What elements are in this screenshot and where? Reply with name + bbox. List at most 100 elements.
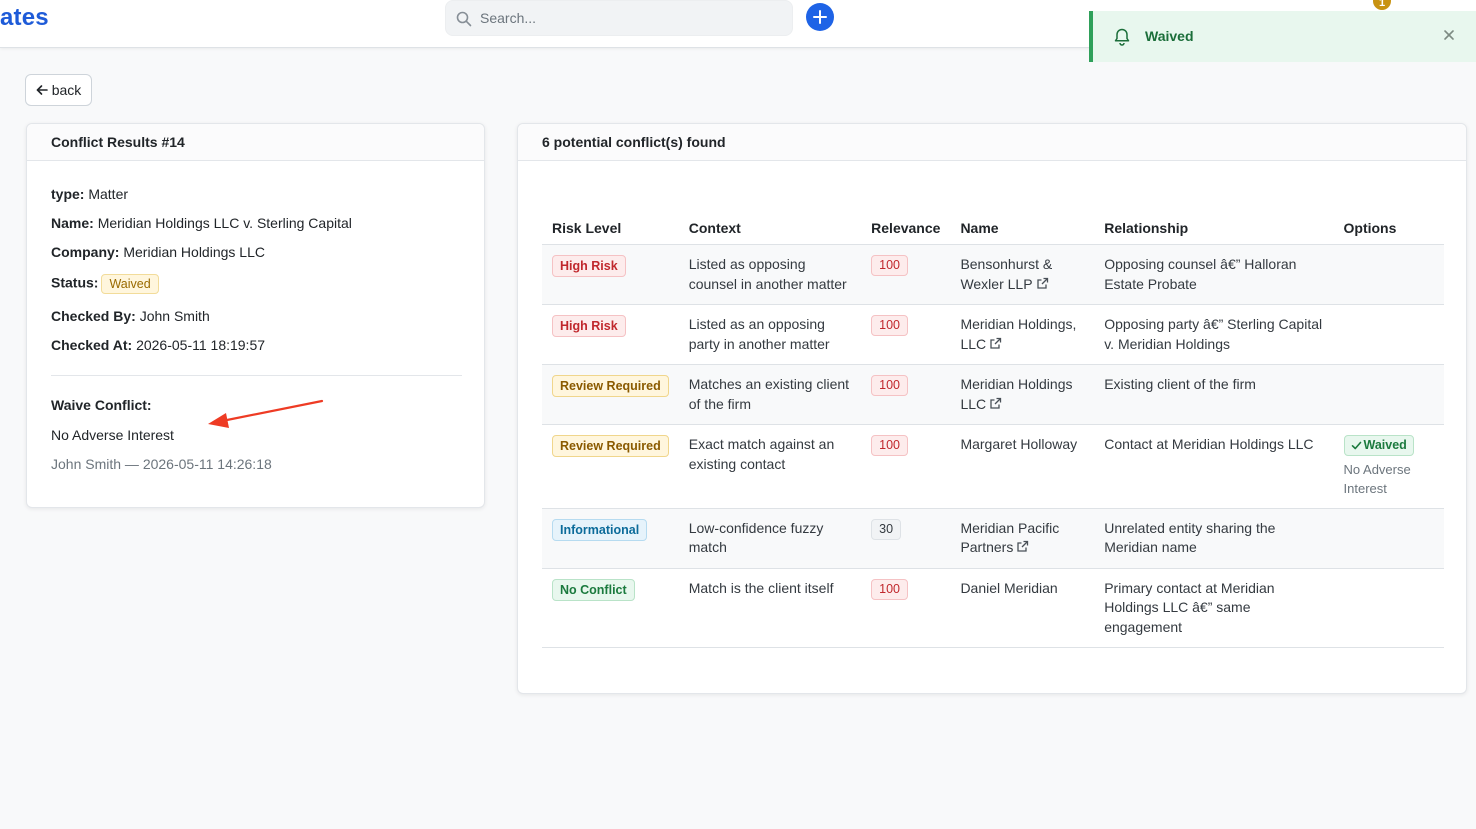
col-name[interactable]: Name	[950, 212, 1095, 245]
status-field: Status: Waived	[51, 274, 159, 294]
table-row: No Conflict Match is the client itself 1…	[542, 568, 1444, 648]
risk-badge: Review Required	[552, 375, 669, 397]
options-cell: Waived No Adverse Interest	[1333, 424, 1444, 509]
table-row: High Risk Listed as opposing counsel in …	[542, 244, 1444, 305]
context-cell: Listed as opposing counsel in another ma…	[678, 244, 862, 305]
status-label: Status:	[51, 274, 99, 291]
company-value: Meridian Holdings LLC	[123, 244, 265, 260]
checked-by-label: Checked By:	[51, 308, 136, 324]
relevance-badge: 100	[871, 578, 909, 600]
context-cell: Listed as an opposing party in another m…	[678, 304, 862, 365]
checked-at-field: Checked At: 2026-05-11 18:19:57	[51, 337, 265, 353]
bell-icon	[1114, 28, 1130, 46]
add-button[interactable]	[806, 3, 834, 31]
waived-label: Waived	[1363, 438, 1407, 452]
relevance-badge: 100	[871, 375, 909, 396]
risk-badge: High Risk	[552, 255, 626, 277]
risk-badge: Informational	[552, 518, 648, 541]
relevance-badge: 100	[871, 255, 909, 276]
external-link-icon[interactable]	[1036, 277, 1049, 290]
back-button[interactable]: back	[25, 74, 92, 106]
search-box[interactable]	[445, 0, 793, 36]
context-cell: Exact match against an existing contact	[678, 424, 862, 509]
search-input[interactable]	[480, 1, 780, 35]
company-label: Company:	[51, 244, 120, 260]
conflicts-table: Risk Level Context Relevance Name Relati…	[542, 212, 1444, 648]
relationship-cell: Unrelated entity sharing the Meridian na…	[1094, 508, 1334, 569]
waive-label-text: Waive Conflict:	[51, 397, 152, 413]
risk-badge: Review Required	[552, 435, 669, 457]
risk-badge: No Conflict	[552, 578, 635, 601]
toast-notification: Waived	[1089, 11, 1476, 62]
summary-title: Conflict Results #14	[27, 124, 484, 161]
relevance-badge: 100	[871, 315, 909, 336]
relationship-cell: Opposing counsel â€” Halloran Estate Pro…	[1094, 244, 1334, 305]
external-link-icon[interactable]	[1016, 540, 1029, 553]
relationship-cell: Existing client of the firm	[1094, 364, 1334, 425]
table-row: Review Required Matches an existing clie…	[542, 364, 1444, 425]
waive-meta: John Smith — 2026-05-11 14:26:18	[51, 456, 272, 472]
col-options[interactable]: Options	[1333, 212, 1444, 245]
options-cell	[1333, 304, 1444, 365]
name-cell: Margaret Holloway	[950, 424, 1095, 509]
table-row: Review Required Exact match against an e…	[542, 424, 1444, 509]
name-label: Name:	[51, 215, 94, 231]
name-field: Name: Meridian Holdings LLC v. Sterling …	[51, 215, 352, 231]
name-cell: Bensonhurst & Wexler LLP	[950, 244, 1095, 305]
waived-status-button[interactable]: Waived	[1343, 435, 1414, 456]
name-value: Meridian Holdings LLC v. Sterling Capita…	[97, 215, 352, 231]
context-cell: Matches an existing client of the firm	[678, 364, 862, 425]
status-badge: Waived	[101, 274, 159, 294]
relationship-cell: Opposing party â€” Sterling Capital v. M…	[1094, 304, 1334, 365]
search-icon	[456, 11, 472, 27]
entity-name: Meridian Holdings LLC	[960, 376, 1073, 412]
col-relationship[interactable]: Relationship	[1094, 212, 1334, 245]
toast-message: Waived	[1145, 28, 1194, 44]
waive-reason-note: No Adverse Interest	[1343, 461, 1411, 496]
name-cell: Meridian Holdings LLC	[950, 364, 1095, 425]
brand-logo[interactable]: ates	[0, 4, 49, 32]
close-icon[interactable]	[1442, 28, 1456, 42]
company-field: Company: Meridian Holdings LLC	[51, 244, 265, 260]
name-cell: Meridian Holdings, LLC	[950, 304, 1095, 365]
entity-name: Meridian Pacific Partners	[960, 519, 1060, 556]
type-field: type: Matter	[51, 186, 128, 202]
type-value: Matter	[88, 186, 129, 202]
plus-icon	[813, 10, 827, 24]
col-context[interactable]: Context	[678, 212, 862, 245]
relevance-badge: 30	[871, 518, 902, 540]
checked-at-value: 2026-05-11 18:19:57	[136, 337, 266, 353]
risk-badge: High Risk	[552, 315, 626, 337]
divider	[51, 375, 462, 376]
relationship-cell: Contact at Meridian Holdings LLC	[1094, 424, 1334, 509]
context-cell: Match is the client itself	[678, 568, 862, 648]
options-cell	[1333, 244, 1444, 305]
waive-reason: No Adverse Interest	[51, 427, 174, 443]
conflict-summary-card: Conflict Results #14 type: Matter Name: …	[26, 123, 485, 508]
name-cell: Daniel Meridian	[950, 568, 1095, 648]
relevance-badge: 100	[871, 435, 909, 456]
arrow-left-icon	[36, 85, 48, 95]
entity-name: Meridian Holdings, LLC	[960, 316, 1077, 352]
col-relevance[interactable]: Relevance	[861, 212, 951, 245]
checked-by-field: Checked By: John Smith	[51, 308, 210, 324]
relationship-cell: Primary contact at Meridian Holdings LLC…	[1094, 568, 1334, 648]
back-label: back	[51, 82, 82, 98]
checked-at-label: Checked At:	[51, 337, 133, 353]
notification-count-badge[interactable]: 1	[1373, 0, 1391, 10]
conflict-results-card: 6 potential conflict(s) found Risk Level…	[517, 123, 1467, 694]
external-link-icon[interactable]	[989, 337, 1002, 350]
name-cell: Meridian Pacific Partners	[950, 508, 1095, 569]
options-cell	[1333, 508, 1444, 569]
annotation-arrow	[208, 399, 324, 428]
options-cell	[1333, 568, 1444, 648]
col-risk-level[interactable]: Risk Level	[542, 212, 679, 245]
table-row: Informational Low-confidence fuzzy match…	[542, 508, 1444, 569]
checked-by-value: John Smith	[139, 308, 210, 324]
context-cell: Low-confidence fuzzy match	[678, 508, 862, 569]
type-label: type:	[51, 186, 85, 202]
external-link-icon[interactable]	[989, 397, 1002, 410]
options-cell	[1333, 364, 1444, 425]
waive-conflict-label: Waive Conflict:	[51, 397, 152, 413]
table-row: High Risk Listed as an opposing party in…	[542, 304, 1444, 365]
